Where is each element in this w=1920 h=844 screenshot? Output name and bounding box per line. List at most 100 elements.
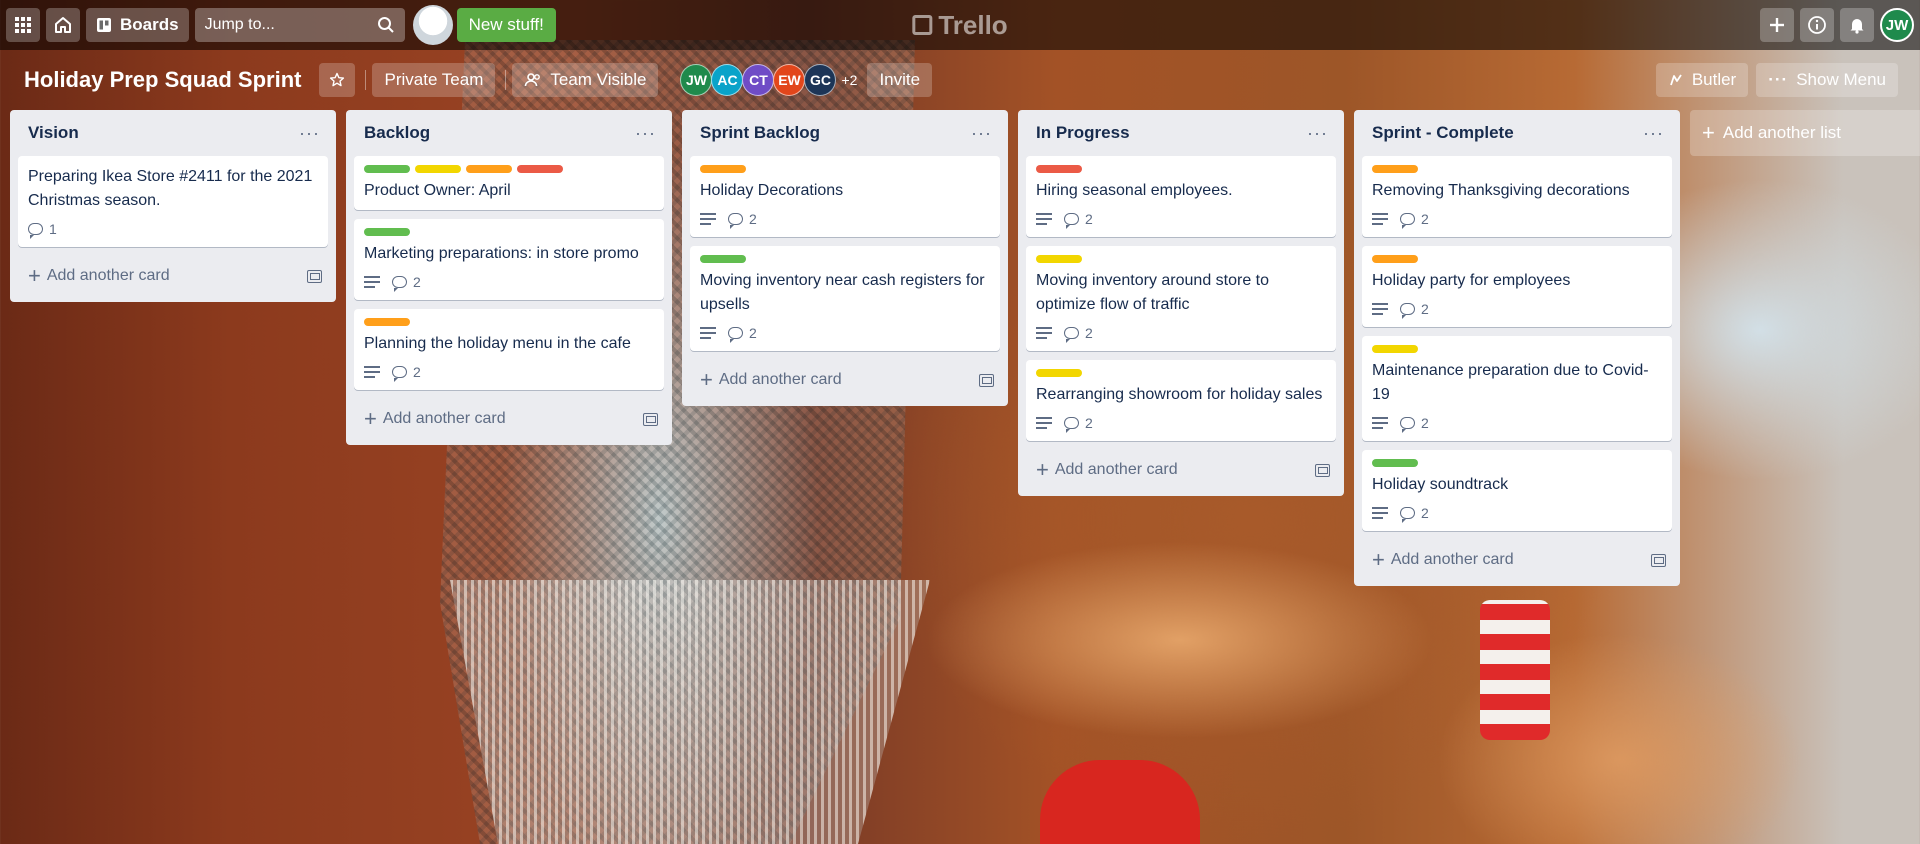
list-header[interactable]: Backlog ··· [354,110,664,156]
add-card-label: Add another card [1054,461,1178,478]
label-orange[interactable] [1372,165,1418,173]
card-template-icon[interactable] [1651,553,1666,567]
label-red[interactable] [517,165,563,173]
add-card-button[interactable]: + Add another card [1362,540,1672,580]
card-badges: 2 [364,361,654,383]
list-menu-icon[interactable]: ··· [635,123,656,144]
new-stuff-button[interactable]: New stuff! [456,8,556,42]
notifications-button[interactable] [1840,8,1874,42]
description-icon [700,213,716,225]
show-menu-button[interactable]: ··· Show Menu [1756,63,1898,97]
card-badges: 2 [1372,412,1662,434]
label-green[interactable] [700,255,746,263]
taco-mascot-icon[interactable] [412,5,453,45]
card[interactable]: Planning the holiday menu in the cafe 2 [354,309,664,390]
member-avatar[interactable]: GC [804,64,837,96]
list-title[interactable]: Backlog [364,123,430,143]
add-card-button[interactable]: + Add another card [18,256,328,296]
label-orange[interactable] [1372,255,1418,263]
list-title[interactable]: Sprint - Complete [1372,123,1514,143]
card[interactable]: Holiday soundtrack 2 [1362,450,1672,531]
butler-button[interactable]: Butler [1655,63,1749,97]
list-header[interactable]: Sprint - Complete ··· [1362,110,1672,156]
search-input[interactable] [204,16,355,34]
user-avatar[interactable]: JW [1880,8,1914,42]
card[interactable]: Product Owner: April [354,156,664,210]
card[interactable]: Marketing preparations: in store promo 2 [354,219,664,300]
add-list-button[interactable]: + Add another list [1690,110,1920,156]
add-card-label: Add another card [46,267,170,284]
label-orange[interactable] [466,165,512,173]
list[interactable]: In Progress ··· Hiring seasonal employees.… [1018,110,1344,496]
list-menu-icon[interactable]: ··· [1643,123,1664,144]
comment-icon [1400,213,1415,229]
home-button[interactable] [46,8,80,42]
star-button[interactable] [319,63,356,97]
list[interactable]: Sprint Backlog ··· Holiday Decorations 2 Mov… [682,110,1008,406]
list-title[interactable]: Vision [28,123,79,143]
team-button[interactable]: Private Team [372,63,496,97]
label-green[interactable] [364,165,410,173]
board-title[interactable]: Holiday Prep Squad Sprint [14,67,311,93]
member-avatar[interactable]: JW [680,64,713,96]
more-members-count[interactable]: +2 [841,72,857,88]
card[interactable]: Holiday party for employees 2 [1362,246,1672,327]
label-red[interactable] [1036,165,1082,173]
apps-button[interactable] [6,8,40,42]
label-green[interactable] [364,228,410,236]
boards-button[interactable]: Boards [86,8,189,42]
label-yellow[interactable] [1036,255,1082,263]
card[interactable]: Moving inventory near cash registers for… [690,246,1000,351]
label-yellow[interactable] [1036,369,1082,377]
list[interactable]: Backlog ··· Product Owner: April Marketing … [346,110,672,445]
card[interactable]: Removing Thanksgiving decorations 2 [1362,156,1672,237]
member-avatar[interactable]: EW [773,64,806,96]
card-template-icon[interactable] [643,412,658,426]
card[interactable]: Moving inventory around store to optimiz… [1026,246,1336,351]
add-card-button[interactable]: + Add another card [354,399,664,439]
card-template-icon[interactable] [307,269,322,283]
list-title[interactable]: In Progress [1036,123,1130,143]
list-header[interactable]: Vision ··· [18,110,328,156]
comments-badge: 2 [1400,301,1429,319]
card[interactable]: Rearranging showroom for holiday sales 2 [1026,360,1336,441]
add-card-left: + Add another card [364,408,506,430]
card-title: Marketing preparations: in store promo [364,245,639,262]
member-avatar[interactable]: AC [711,64,744,96]
label-orange[interactable] [700,165,746,173]
information-button[interactable] [1800,8,1834,42]
comment-icon [392,276,407,292]
list-header[interactable]: In Progress ··· [1026,110,1336,156]
card-template-icon[interactable] [1315,463,1330,477]
card-template-icon[interactable] [979,373,994,387]
member-avatar[interactable]: CT [742,64,775,96]
visibility-button[interactable]: Team Visible [512,63,659,97]
comments-badge: 2 [1064,325,1093,343]
card-title: Planning the holiday menu in the cafe [364,335,631,352]
list-menu-icon[interactable]: ··· [971,123,992,144]
list-menu-icon[interactable]: ··· [1307,123,1328,144]
card[interactable]: Hiring seasonal employees. 2 [1026,156,1336,237]
list-title[interactable]: Sprint Backlog [700,123,820,143]
add-card-button[interactable]: + Add another card [1026,450,1336,490]
card[interactable]: Maintenance preparation due to Covid-19 2 [1362,336,1672,441]
label-orange[interactable] [364,318,410,326]
list[interactable]: Vision ··· Preparing Ikea Store #2411 for … [10,110,336,302]
list-header[interactable]: Sprint Backlog ··· [690,110,1000,156]
card-badges: 2 [1036,322,1326,344]
label-yellow[interactable] [1372,345,1418,353]
invite-button[interactable]: Invite [867,63,933,97]
label-green[interactable] [1372,459,1418,467]
list-menu-icon[interactable]: ··· [299,123,320,144]
description-icon [364,366,380,378]
card-badges: 2 [1372,298,1662,320]
list[interactable]: Sprint - Complete ··· Removing Thanksgivin… [1354,110,1680,586]
search-box[interactable] [194,8,405,42]
card[interactable]: Preparing Ikea Store #2411 for the 2021 … [18,156,328,247]
add-card-button[interactable]: + Add another card [690,360,1000,400]
create-button[interactable] [1760,8,1794,42]
label-yellow[interactable] [415,165,461,173]
trello-logo[interactable]: Trello [912,10,1008,41]
card-badges: 2 [1372,502,1662,524]
card[interactable]: Holiday Decorations 2 [690,156,1000,237]
